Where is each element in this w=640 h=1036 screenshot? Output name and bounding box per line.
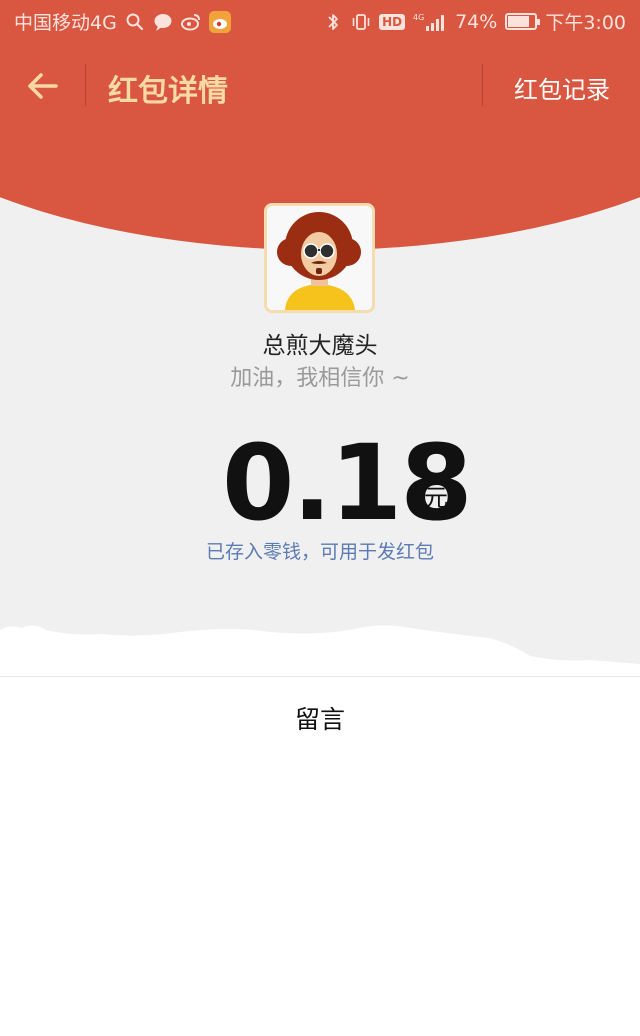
- hd-badge: HD: [379, 13, 406, 30]
- leave-message-button[interactable]: 留言: [0, 700, 640, 736]
- carrier-label: 中国移动4G: [14, 12, 117, 34]
- clock: 下午3:00: [545, 12, 626, 34]
- weibo-icon: [180, 13, 200, 30]
- battery-fill: [508, 16, 530, 27]
- page-title: 红包详情: [108, 74, 228, 109]
- back-arrow-icon: [28, 73, 58, 99]
- title-bar: 红包详情 红包记录: [0, 42, 640, 130]
- battery-percent: 74%: [455, 10, 498, 33]
- sender-avatar[interactable]: [264, 203, 375, 313]
- change-wallet-link[interactable]: 已存入零钱，可用于发红包: [0, 537, 640, 564]
- title-divider-right: [482, 64, 483, 106]
- red-packet-record-link[interactable]: 红包记录: [514, 70, 610, 105]
- search-icon: [126, 13, 143, 30]
- signal-icon: 4G: [413, 13, 445, 31]
- bluetooth-icon: [328, 13, 338, 30]
- red-packet-detail-screen: 中国移动4G HD 4G 74% 下午3:00 红包详情 红包记录 总煎大魔头 …: [0, 0, 640, 1036]
- status-bar: 中国移动4G HD 4G 74% 下午3:00: [0, 0, 640, 42]
- vibrate-icon: [352, 13, 370, 30]
- amount-unit: 元: [424, 484, 448, 512]
- sender-name: 总煎大魔头: [262, 333, 378, 359]
- back-button[interactable]: [20, 64, 64, 108]
- title-divider-left: [85, 64, 86, 106]
- torn-paper-edge: [0, 625, 640, 678]
- blessing-text: 加油，我相信你 ~: [230, 366, 410, 391]
- battery-icon: [505, 13, 541, 30]
- chat-bubble-icon: [154, 13, 172, 31]
- weibo-app-icon: [208, 10, 231, 33]
- svg-text:4G: 4G: [413, 13, 424, 22]
- afro-man-avatar-icon: [267, 206, 372, 310]
- amount-row: 0.18 元: [0, 428, 640, 538]
